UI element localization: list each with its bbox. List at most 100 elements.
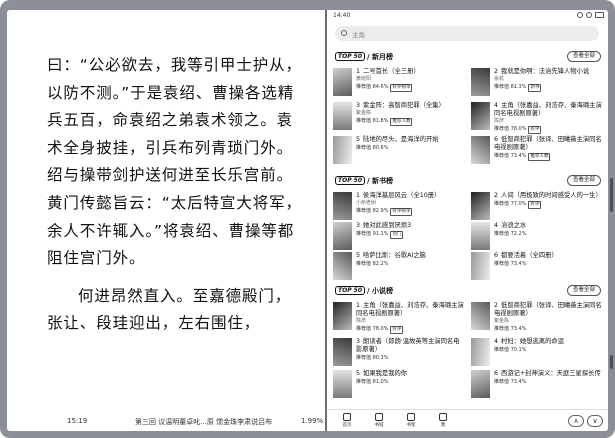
section-badge: TOP 50 / 小说榜 [333,285,396,296]
book-info: 6 西游记+封神演义：天庭三星探长传 推荐值 73.4% [494,370,602,386]
search-icon [341,30,347,36]
book-grid: 1 侯海洋基层风云（全10册） 小桥老树 推荐值 82.9% 好评榜单 2 人间（用极… [333,188,603,284]
page-down-button[interactable]: ∨ [587,415,603,427]
book-item[interactable]: 2 我就是你啊：法治先锋人物小说 余杭 推荐值 81.3% 新书 [471,68,603,104]
rec-value: 推荐值 80.6% [356,145,389,151]
top50-logo: TOP 50 [335,176,366,185]
nav-label: 我 [440,423,446,428]
book-title: 2 我就是你啊：法治先锋人物小说 [494,68,602,76]
book-info: 1 二号首长（全三册） 黄晓阳 推荐值 84.6% 好评榜单 [356,68,464,92]
section-title: / 小说榜 [367,286,394,295]
book-rank: 1 [356,302,361,309]
status-bar: 14:40 [327,10,608,22]
book-item[interactable]: 6 都要活着（全四册） 推荐值 73.4% [471,252,603,288]
book-rec: 推荐值 78.0% 好评 [494,125,602,134]
screen: 曰：“公必欲去，我等引甲士护从，以防不测。”于是袁绍、曹操各选精兵五百，命袁绍之… [7,10,608,431]
book-author: 陈彦 [494,118,505,124]
page-up-button[interactable]: ∧ [568,415,584,427]
reader-paragraph: 曰：“公必欲去，我等引甲士护从，以防不测。”于是袁绍、曹操各选精兵五百，命袁绍之… [47,56,302,268]
book-tag: 好评 [390,326,404,334]
book-item[interactable]: 1 主角（张嘉益、刘浩存、秦海璐主演同名电视剧原著） 陈彦 推荐值 78.0% 好评 [333,302,465,338]
book-rec: 推荐值 73.4% [494,325,602,333]
book-info: 5 哈萨比斯：谷歌AI之脑 推荐值 82.2% [356,252,464,268]
wifi-icon [586,12,592,18]
book-title: 5 陆地的尽头，是海洋的开始 [356,136,464,144]
book-author: 余杭 [494,76,505,82]
book-rec: 推荐值 91.1% 热门 [356,230,464,239]
view-all-button[interactable]: 查看全部 [566,51,601,62]
book-info: 1 主角（张嘉益、刘浩存、秦海璐主演同名电视剧原著） 陈彦 推荐值 78.0% 好评 [356,302,464,334]
book-cover [471,102,490,130]
book-cover [333,102,352,130]
book-item[interactable]: 3 朗读者（郎朗·温故英等主演同名电影原著） 推荐值 80.3% [333,338,465,374]
book-tag: 好评 [528,201,542,209]
book-item[interactable]: 1 二号首长（全三册） 黄晓阳 推荐值 84.6% 好评榜单 [333,68,465,104]
book-title-text: 我就是你啊：法治先锋人物小说 [501,68,590,75]
nav-profile[interactable]: 我 [431,413,455,428]
book-info: 5 如果我是我的你 推荐值 81.0% [356,370,464,386]
side-indicator [610,355,613,369]
book-item[interactable]: 5 如果我是我的你 推荐值 81.0% [333,370,465,406]
top50-logo: TOP 50 [335,52,366,61]
book-item[interactable]: 2 低智商犯罪（张译、田曦薇主演同名电视剧原著） 紫金陈 推荐值 73.4% [471,302,603,338]
section-title: / 新书榜 [367,176,394,185]
book-rec: 推荐值 80.3% [356,354,464,362]
book-info: 2 我就是你啊：法治先锋人物小说 余杭 推荐值 81.3% 新书 [494,68,602,92]
reading-progress: 1.99% [301,417,324,425]
tablet-frame: 曰：“公必欲去，我等引甲士护从，以防不测。”于是袁绍、曹操各选精兵五百，命袁绍之… [0,0,615,438]
book-rank: 6 [494,136,499,143]
book-item[interactable]: 4 村妇：她想逃离的命运 推荐值 70.1% [471,338,603,374]
book-rank: 6 [494,370,499,377]
book-info: 6 都要活着（全四册） 推荐值 73.4% [494,252,602,268]
book-cover [471,338,490,366]
side-handle [610,178,613,212]
rec-value: 推荐值 73.4% [494,261,527,267]
view-all-button[interactable]: 查看全部 [566,285,601,296]
book-cover [471,222,490,250]
reader-pane[interactable]: 曰：“公必欲去，我等引甲士护从，以防不测。”于是袁绍、曹操各选精兵五百，命袁绍之… [7,10,325,431]
book-title: 5 如果我是我的你 [356,370,464,378]
book-title-text: 都要活着（全四册） [501,252,558,259]
nav-shelf[interactable]: 书架 [399,413,423,428]
rec-value: 推荐值 73.4% [494,326,527,332]
book-author: 紫金陈 [356,110,372,116]
top50-logo: TOP 50 [335,286,366,295]
book-title: 1 二号首长（全三册） [356,68,464,76]
book-rank: 2 [494,192,499,199]
book-title: 6 都要活着（全四册） [494,252,602,260]
reader-paragraph: 何进昂然直入。至嘉德殿门，张让、段珪迎出，左右围住， [47,286,292,333]
book-item[interactable]: 6 西游记+封神演义：天庭三星探长传 推荐值 73.4% [471,370,603,406]
bookstore-pane: 14:40 主角 TOP 50 / 新月榜 查看全部 1 二号首长（全三册） 黄… [327,10,608,431]
search-input[interactable]: 主角 [335,26,599,41]
nav-home[interactable]: 首页 [335,413,359,428]
ranking-section-novels: TOP 50 / 小说榜 查看全部 1 主角（张嘉益、刘浩存、秦海璐主演同名电视剧… [333,284,603,406]
book-title-text: 冶浪之水 [501,222,527,229]
book-title-text: 哈萨比斯：谷歌AI之脑 [363,252,426,259]
book-rec: 推荐值 81.3% 新书 [494,83,602,92]
book-item[interactable]: 5 陆地的尽头，是海洋的开始 推荐值 80.6% [333,136,465,172]
view-all-button[interactable]: 查看全部 [566,175,601,186]
book-cover [333,222,352,250]
nav-label: 书城 [374,423,384,428]
ranking-section-monthly: TOP 50 / 新月榜 查看全部 1 二号首长（全三册） 黄晓阳 推荐值 84.… [333,50,603,172]
book-rank: 3 [356,222,361,229]
book-item[interactable]: 5 哈萨比斯：谷歌AI之脑 推荐值 82.2% [333,252,465,288]
book-item[interactable]: 4 主角（张嘉益、刘浩存、秦海璐主演同名电视剧原著） 陈彦 推荐值 78.0% 好评 [471,102,603,138]
book-cover [333,302,352,330]
book-item[interactable]: 3 紫金阵：高智商犯罪（全集） 紫金陈 推荐值 81.8% 推荐人数 [333,102,465,138]
book-title-text: 主角（张嘉益、刘浩存、秦海璐主演同名电视剧原著） [494,102,602,117]
book-cover [333,252,352,280]
book-rank: 2 [494,68,499,75]
book-cover [471,136,490,164]
book-grid: 1 主角（张嘉益、刘浩存、秦海璐主演同名电视剧原著） 陈彦 推荐值 78.0% 好评… [333,298,603,406]
book-tag: 好评 [528,126,542,134]
book-rank: 5 [356,136,361,143]
book-info: 4 主角（张嘉益、刘浩存、秦海璐主演同名电视剧原著） 陈彦 推荐值 78.0% 好评 [494,102,602,134]
rec-value: 推荐值 73.4% [494,153,527,159]
book-info: 2 低智商犯罪（张译、田曦薇主演同名电视剧原著） 紫金陈 推荐值 73.4% [494,302,602,333]
book-rank: 6 [494,252,499,259]
nav-store[interactable]: 书城 [367,413,391,428]
book-rank: 4 [494,338,499,345]
battery-icon [595,12,604,18]
book-item[interactable]: 6 低智商犯罪（张译、田曦薇主演同名电视剧原著） 推荐值 73.4% 推荐人数 [471,136,603,172]
